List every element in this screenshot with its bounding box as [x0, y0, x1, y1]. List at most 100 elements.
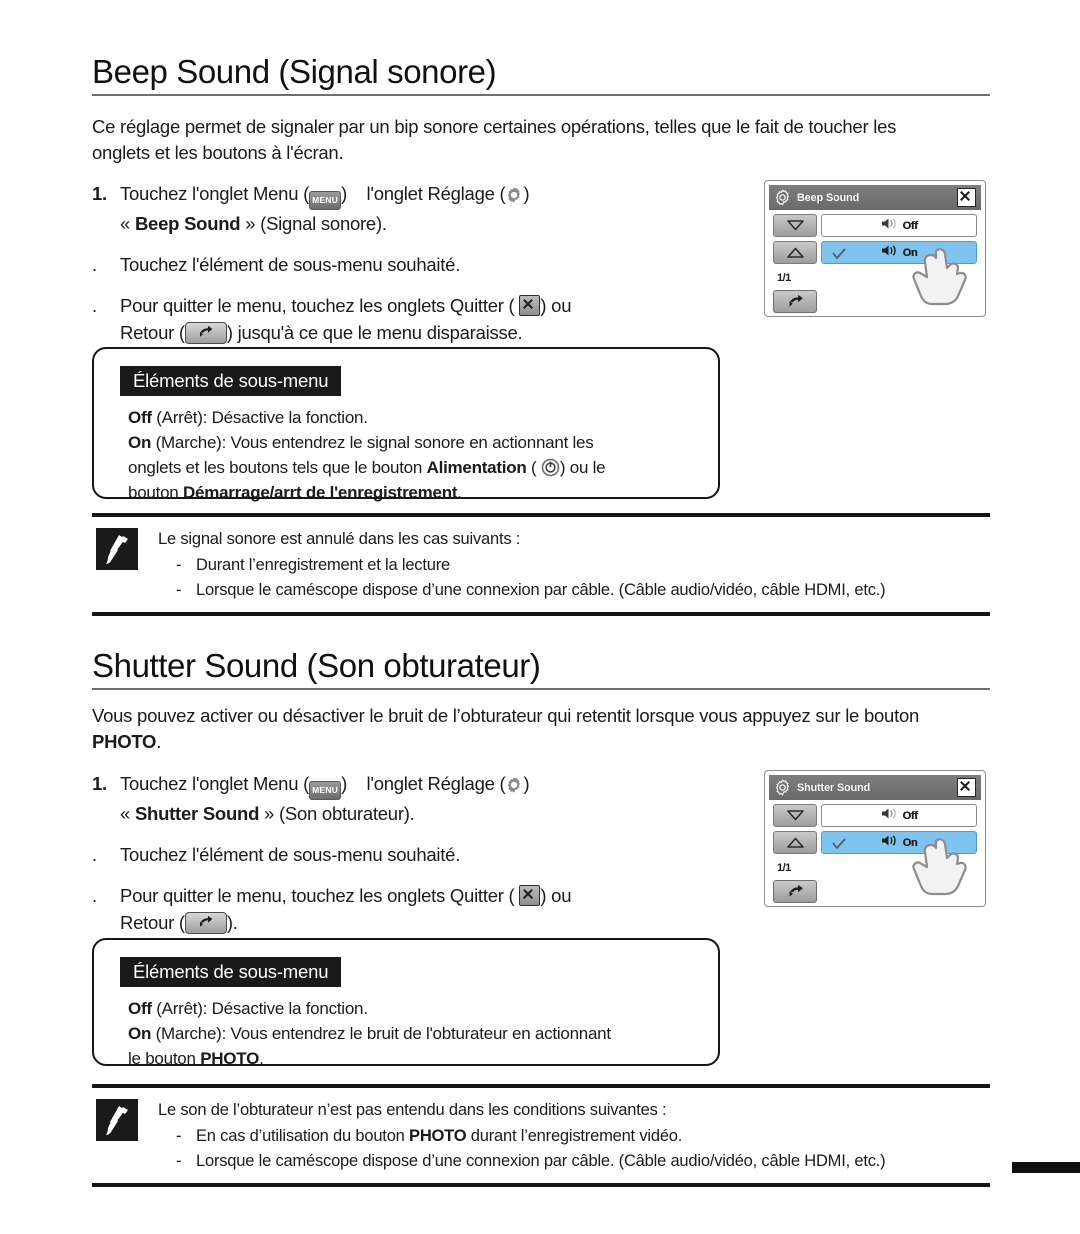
speaker-on-icon	[881, 244, 898, 262]
check-icon	[832, 837, 846, 855]
step-body: Pour quitter le menu, touchez les onglet…	[120, 292, 712, 346]
step-text-return: Retour (	[120, 912, 185, 933]
note-bullet: - Lorsque le caméscope dispose d’une conn…	[176, 1149, 990, 1174]
option-label: Off	[902, 809, 918, 822]
close-icon[interactable]	[957, 778, 976, 797]
back-button[interactable]	[773, 880, 817, 903]
step-number: 1.	[92, 183, 107, 204]
submenu-line-on-3: bouton Démarrage/arrt de l'enregistremen…	[128, 480, 692, 505]
step-text-tail: ).	[226, 912, 238, 933]
power-icon	[541, 458, 560, 477]
note-bullet-text: En cas d’utilisation du bouton PHOTO dur…	[196, 1124, 682, 1149]
step-line2: « Beep Sound » (Signal sonore).	[120, 210, 712, 237]
list-item[interactable]: Off	[821, 804, 977, 827]
lcd-inner: Beep Sound 1/1 Off On	[769, 185, 981, 313]
step-text: Pour quitter le menu, touchez les onglet…	[120, 885, 520, 906]
button-name-photo: PHOTO	[409, 1127, 467, 1145]
option-desc: (Arrêt): Désactive la fonction.	[151, 408, 368, 427]
menu-name-fr: » (Son obturateur).	[259, 803, 415, 824]
list-item[interactable]: On	[821, 241, 977, 264]
step-body: Touchez l'onglet Menu (MENU) l'onglet Ré…	[120, 180, 712, 237]
paren-open: (	[526, 458, 541, 477]
step-text-close: )	[341, 773, 347, 794]
note-bullet: - En cas d’utilisation du bouton PHOTO du…	[176, 1124, 990, 1149]
list-item: 1. Touchez l'onglet Menu (MENU) l'onglet…	[92, 770, 712, 827]
step-body: Touchez l'élément de sous-menu souhaité.	[120, 254, 461, 275]
submenu-line-on: On (Marche): Vous entendrez le bruit de …	[128, 1021, 692, 1046]
speaker-mute-icon	[881, 217, 898, 235]
check-icon	[832, 247, 846, 265]
step-text: Pour quitter le menu, touchez les onglet…	[120, 295, 520, 316]
option-desc-cont: le bouton	[128, 1049, 201, 1068]
option-desc: (Marche): Vous entendrez le signal sonor…	[151, 433, 594, 452]
gear-icon	[505, 186, 523, 204]
step-text: Touchez l'onglet Menu (	[120, 773, 310, 794]
list-item: 1. Touchez l'onglet Menu (MENU) l'onglet…	[92, 180, 712, 237]
bullet-dash: -	[176, 581, 182, 599]
list-item: . Pour quitter le menu, touchez les ongl…	[92, 882, 712, 936]
menu-name: Shutter Sound	[134, 803, 260, 824]
page-indicator: 1/1	[777, 272, 791, 284]
step-number: .	[92, 254, 97, 275]
menu-name-fr: » (Signal sonore).	[240, 213, 387, 234]
speaker-on-icon	[881, 834, 898, 852]
note-bullet-text: Lorsque le caméscope dispose d’une conne…	[196, 1152, 886, 1170]
lcd-title: Beep Sound	[797, 191, 860, 204]
page-indicator: 1/1	[777, 862, 791, 874]
steps-list-shutter-sound: 1. Touchez l'onglet Menu (MENU) l'onglet…	[92, 770, 712, 950]
note-lead: Le signal sonore est annulé dans les cas…	[158, 530, 521, 548]
submenu-box-body: Off (Arrêt): Désactive la fonction. On (…	[128, 996, 692, 1071]
option-name: Off	[128, 999, 152, 1018]
gear-icon	[505, 776, 523, 794]
list-item: . Touchez l'élément de sous-menu souhait…	[92, 841, 712, 868]
heading-rule	[92, 94, 990, 96]
note-block-beep-sound: Le signal sonore est annulé dans les cas…	[92, 513, 990, 616]
scroll-down-button[interactable]	[773, 831, 817, 854]
submenu-line-off: Off (Arrêt): Désactive la fonction.	[128, 405, 692, 430]
step-text-close: )	[341, 183, 347, 204]
note-text: Le son de l’obturateur n’est pas entendu…	[158, 1098, 990, 1174]
lcd-screenshot-beep-sound: Beep Sound 1/1 Off On	[764, 180, 986, 317]
step-number: 1.	[92, 773, 107, 794]
note-rule-bottom	[92, 612, 990, 616]
steps-list-beep-sound: 1. Touchez l'onglet Menu (MENU) l'onglet…	[92, 180, 712, 360]
speaker-mute-icon	[881, 807, 898, 825]
quote-open: «	[120, 213, 135, 234]
gear-icon	[774, 189, 791, 206]
option-desc: (Arrêt): Désactive la fonction.	[151, 999, 368, 1018]
step-text-setting: l'onglet Réglage (	[366, 773, 506, 794]
menu-name: Beep Sound	[134, 213, 241, 234]
exit-icon	[519, 885, 541, 906]
scroll-up-button[interactable]	[773, 804, 817, 827]
scroll-up-button[interactable]	[773, 214, 817, 237]
button-name-power: Alimentation	[426, 458, 527, 477]
step-line2: Retour ().	[120, 909, 712, 936]
intro-period: .	[156, 731, 162, 752]
list-item[interactable]: On	[821, 831, 977, 854]
button-name-photo: PHOTO	[92, 731, 157, 752]
back-button[interactable]	[773, 290, 817, 313]
page-title-shutter-sound: Shutter Sound (Son obturateur)	[92, 647, 541, 684]
note-block-shutter-sound: Le son de l’obturateur n’est pas entendu…	[92, 1084, 990, 1187]
lcd-header: Shutter Sound	[769, 775, 981, 800]
option-desc-tail: ) ou le	[559, 458, 606, 477]
option-name: Off	[128, 408, 152, 427]
list-item[interactable]: Off	[821, 214, 977, 237]
submenu-box-title: Éléments de sous-menu	[120, 366, 342, 396]
scroll-down-button[interactable]	[773, 241, 817, 264]
page-edge-marker	[1012, 1162, 1080, 1173]
option-name: On	[128, 1024, 152, 1043]
heading-rule	[92, 688, 990, 690]
period: .	[457, 483, 462, 502]
step-number: .	[92, 844, 97, 865]
back-icon	[184, 322, 227, 344]
bullet-dash: -	[176, 1152, 182, 1170]
note-lead: Le son de l’obturateur n’est pas entendu…	[158, 1101, 667, 1119]
close-icon[interactable]	[957, 188, 976, 207]
note-bullet-text: Lorsque le caméscope dispose d’une conne…	[196, 581, 886, 599]
lcd-option-list: Off On	[821, 214, 977, 268]
intro-text: Vous pouvez activer ou désactiver le bru…	[92, 705, 920, 726]
quote-open: «	[120, 803, 135, 824]
note-inner: Le son de l’obturateur n’est pas entendu…	[92, 1089, 990, 1183]
step-body: Touchez l'onglet Menu (MENU) l'onglet Ré…	[120, 770, 712, 827]
